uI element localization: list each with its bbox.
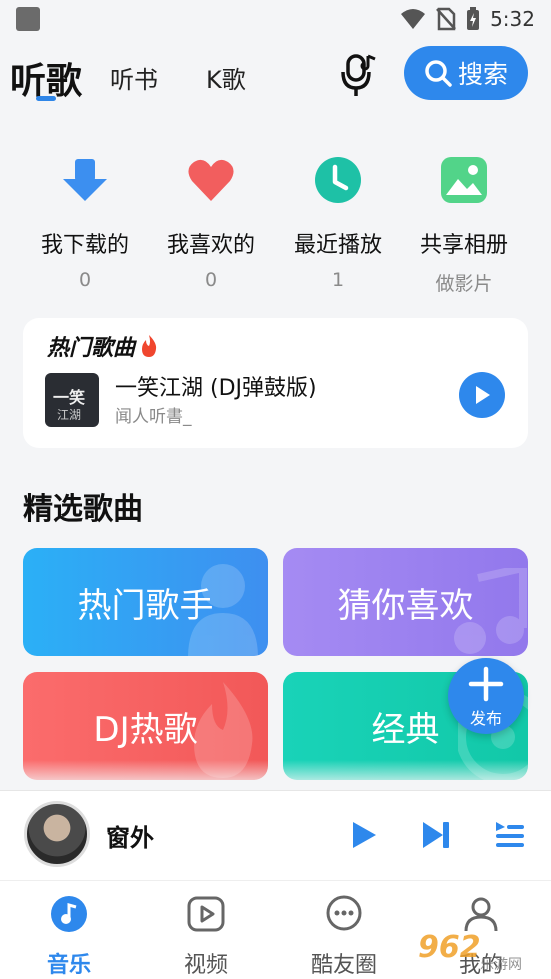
nav-video[interactable]: 视频 [151,895,261,979]
user-icon [464,897,498,932]
flame-deco-icon [194,682,253,778]
player-song-title: 窗外 [106,824,154,852]
quick-entry-label: 我喜欢的 [166,233,255,258]
quick-entry-favorites[interactable]: 我喜欢的 0 [148,150,274,291]
battery-charging-icon [467,7,480,30]
nav-label: 视频 [183,953,228,978]
plus-icon [448,662,524,710]
player-cover-avatar [24,801,90,867]
quick-entry-label: 最近播放 [293,233,382,258]
header: 听歌 听书 K歌 搜索 [0,44,551,106]
quick-entry-count: 0 [204,269,218,291]
quick-entries: 我下载的 0 我喜欢的 0 最近播放 1 共享相册 做影片 [0,150,551,300]
svg-text:江湖: 江湖 [57,407,81,422]
tile-guess-you-like[interactable]: 猜你喜欢 [283,548,528,656]
featured-section-title: 精选歌曲 [23,492,143,527]
quick-entry-label: 我下载的 [40,233,129,258]
nav-label: 酷友圈 [310,953,377,978]
playlist-icon [496,822,524,847]
quick-entry-label: 共享相册 [419,233,508,258]
song-title: 一笑江湖 (DJ弹鼓版) [115,376,317,401]
nav-friends-circle[interactable]: 酷友圈 [289,895,399,979]
play-icon [476,386,490,404]
wifi-icon [401,9,426,29]
status-indicators: 5:32 [400,7,535,31]
nav-label: 音乐 [46,953,91,978]
quick-entry-count: 0 [78,269,92,291]
publish-button[interactable]: 发布 [448,658,524,734]
status-bar: 5:32 [0,0,551,38]
player-playlist-button[interactable] [492,817,528,853]
voice-search-button[interactable] [338,52,380,98]
app-notification-icon [16,7,40,31]
quick-entry-subtitle: 做影片 [435,273,493,295]
active-tab-indicator [36,96,56,101]
player-play-button[interactable] [346,817,382,853]
skip-next-icon [423,822,449,848]
video-icon [187,896,225,932]
clock-icon [315,157,361,203]
hot-songs-card[interactable]: 热门歌曲 一笑 江湖 一笑江湖 (DJ弹鼓版) 闻人听書_ [23,318,528,448]
search-icon [425,60,452,87]
chat-bubble-icon [326,895,362,931]
tab-listen-book[interactable]: 听书 [110,60,158,95]
tile-label: 经典 [371,709,440,750]
quick-entry-downloads[interactable]: 我下载的 0 [22,150,148,291]
site-watermark-sub: 乐游网 [480,957,522,973]
music-note-icon [51,896,87,932]
tab-karaoke[interactable]: K歌 [206,60,246,95]
quick-entry-shared-album[interactable]: 共享相册 做影片 [401,150,527,296]
publish-button-label: 发布 [469,709,502,728]
tile-hot-singers[interactable]: 热门歌手 [23,548,268,656]
microphone-icon [341,54,376,96]
song-play-button[interactable] [459,372,505,418]
quick-entry-count: 1 [331,269,345,291]
download-icon [63,159,107,201]
heart-icon [188,159,234,201]
svg-text:一笑: 一笑 [53,388,85,407]
tile-label: 猜你喜欢 [337,585,474,626]
song-cover-art: 一笑 江湖 [45,373,99,427]
nav-music[interactable]: 音乐 [14,895,124,979]
play-icon [353,822,376,848]
album-icon [441,157,487,203]
tile-label: 热门歌手 [77,585,214,626]
hot-songs-title: 热门歌曲 [47,330,159,362]
quick-entry-recent[interactable]: 最近播放 1 [275,150,401,291]
fire-icon [142,335,157,357]
song-artist: 闻人听書_ [115,407,192,427]
hot-songs-title-text: 热门歌曲 [47,336,136,361]
no-sim-icon [436,7,457,31]
status-time: 5:32 [490,7,535,31]
site-watermark: 962 [418,930,481,965]
search-button-label: 搜索 [457,60,508,89]
search-button[interactable]: 搜索 [404,46,528,100]
tile-label: DJ热歌 [93,709,198,750]
mini-player[interactable]: 窗外 [0,790,551,880]
player-next-button[interactable] [418,817,454,853]
